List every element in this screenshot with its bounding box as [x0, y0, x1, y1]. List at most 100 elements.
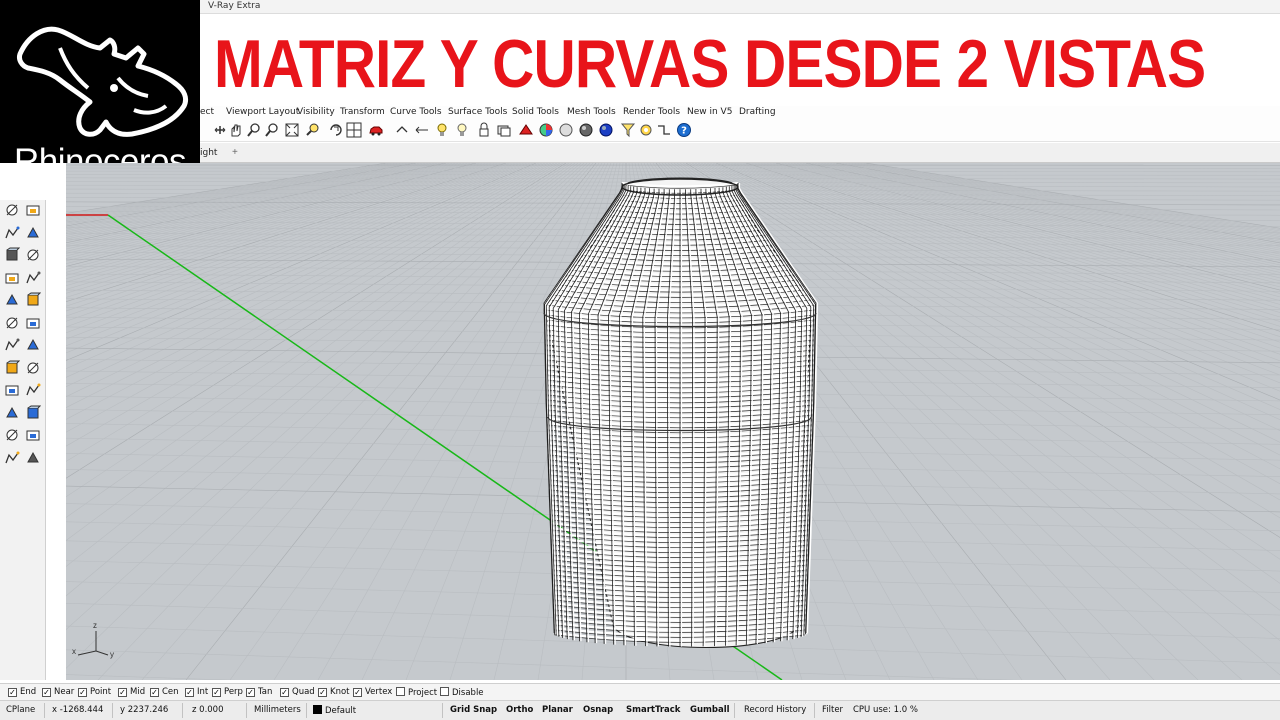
osnap-checkbox[interactable]: ✓: [353, 688, 362, 697]
shaded-sphere-icon[interactable]: [558, 122, 574, 138]
status-units[interactable]: Millimeters: [254, 705, 301, 715]
help-icon[interactable]: ?: [676, 122, 692, 138]
gumball-toggle[interactable]: Gumball: [690, 705, 730, 715]
toolbar-tab-surface-tools[interactable]: Surface Tools: [448, 107, 507, 117]
lock-icon[interactable]: [476, 122, 492, 138]
osnap-end[interactable]: ✓ End: [8, 687, 36, 697]
mesh-icon[interactable]: [25, 405, 41, 421]
smarttrack-toggle[interactable]: SmartTrack: [626, 705, 680, 715]
named-views-icon[interactable]: [414, 122, 430, 138]
zoom-window-icon[interactable]: [246, 122, 262, 138]
grid-icon[interactable]: [4, 427, 20, 443]
toolbar-tab-solid-tools[interactable]: Solid Tools: [512, 107, 559, 117]
osnap-checkbox[interactable]: ✓: [42, 688, 51, 697]
osnap-checkbox[interactable]: ✓: [8, 688, 17, 697]
fillet-icon[interactable]: [4, 360, 20, 376]
osnap-vertex[interactable]: ✓ Vertex: [353, 687, 392, 697]
lights-bulb-icon[interactable]: [454, 122, 470, 138]
perspective-viewport[interactable]: z y x: [66, 163, 1280, 680]
osnap-project[interactable]: Project: [396, 687, 437, 698]
lights-icon[interactable]: [434, 122, 450, 138]
toolbar-tab-mesh-tools[interactable]: Mesh Tools: [567, 107, 616, 117]
analyze-icon[interactable]: [25, 427, 41, 443]
arc-icon[interactable]: [25, 225, 41, 241]
gear-icon[interactable]: [4, 315, 20, 331]
toolbar-tab-visibility[interactable]: Visibility: [297, 107, 335, 117]
layer-icon[interactable]: [496, 122, 512, 138]
osnap-point[interactable]: ✓ Point: [78, 687, 111, 697]
planar-toggle[interactable]: Planar: [542, 705, 573, 715]
grid-snap-toggle[interactable]: Grid Snap: [450, 705, 497, 715]
zoom-extents-icon[interactable]: [284, 122, 300, 138]
filter-toggle[interactable]: Filter: [822, 705, 843, 715]
toolbar-tab-drafting[interactable]: Drafting: [739, 107, 776, 117]
osnap-toggle[interactable]: Osnap: [583, 705, 613, 715]
status-cplane[interactable]: CPlane: [6, 705, 35, 715]
osnap-near[interactable]: ✓ Near: [42, 687, 74, 697]
osnap-checkbox[interactable]: ✓: [185, 688, 194, 697]
rendered-sphere-icon[interactable]: [578, 122, 594, 138]
toolbar-tab-new-in-v5[interactable]: New in V5: [687, 107, 732, 117]
osnap-knot[interactable]: ✓ Knot: [318, 687, 350, 697]
rotate-view-icon[interactable]: [328, 122, 344, 138]
revolve-icon[interactable]: [25, 247, 41, 263]
render-icon[interactable]: [518, 122, 534, 138]
osnap-checkbox[interactable]: [440, 687, 449, 696]
osnap-checkbox[interactable]: ✓: [150, 688, 159, 697]
boolean-icon[interactable]: [25, 337, 41, 353]
polyline-icon[interactable]: [25, 202, 41, 218]
lightning-icon[interactable]: [25, 315, 41, 331]
vray-extra-menu[interactable]: V-Ray Extra: [208, 1, 260, 11]
ortho-toggle[interactable]: Ortho: [506, 705, 533, 715]
check-icon[interactable]: [4, 450, 20, 466]
osnap-quad[interactable]: ✓ Quad: [280, 687, 315, 697]
sweep-icon[interactable]: [25, 292, 41, 308]
osnap-tan[interactable]: ✓ Tan: [246, 687, 272, 697]
circle-icon[interactable]: [4, 202, 20, 218]
zoom-selected-icon[interactable]: [304, 122, 320, 138]
pan-icon[interactable]: [212, 122, 228, 138]
status-layer[interactable]: Default: [313, 705, 356, 716]
toolbar-tab-transform[interactable]: Transform: [340, 107, 385, 117]
car-render-icon[interactable]: [368, 122, 384, 138]
options-gear-icon[interactable]: [638, 122, 654, 138]
blue-sphere-icon[interactable]: [598, 122, 614, 138]
toolbar-tab-curve-tools[interactable]: Curve Tools: [390, 107, 442, 117]
box-icon[interactable]: [4, 270, 20, 286]
osnap-disable[interactable]: Disable: [440, 687, 484, 698]
viewport-tab-right[interactable]: ight: [200, 148, 217, 158]
sphere-icon[interactable]: [25, 270, 41, 286]
extrude-icon[interactable]: [4, 292, 20, 308]
record-history-toggle[interactable]: Record History: [744, 705, 806, 715]
toolbar-tab-ect[interactable]: ect: [200, 107, 214, 117]
color-wheel-icon[interactable]: [538, 122, 554, 138]
osnap-checkbox[interactable]: ✓: [246, 688, 255, 697]
osnap-cen[interactable]: ✓ Cen: [150, 687, 179, 697]
pan-hand-icon[interactable]: [228, 122, 244, 138]
osnap-perp[interactable]: ✓ Perp: [212, 687, 243, 697]
add-viewport-tab-icon[interactable]: +: [232, 147, 238, 158]
group-icon[interactable]: [4, 405, 20, 421]
toolbar-tab-render-tools[interactable]: Render Tools: [623, 107, 680, 117]
four-viewports-icon[interactable]: [346, 122, 362, 138]
zoom-dynamic-icon[interactable]: [264, 122, 280, 138]
osnap-checkbox[interactable]: ✓: [280, 688, 289, 697]
osnap-mid[interactable]: ✓ Mid: [118, 687, 145, 697]
osnap-checkbox[interactable]: ✓: [212, 688, 221, 697]
blend-icon[interactable]: [25, 360, 41, 376]
array-icon[interactable]: [25, 382, 41, 398]
osnap-checkbox[interactable]: ✓: [78, 688, 87, 697]
osnap-int[interactable]: ✓ Int: [185, 687, 208, 697]
lattice-bottle-model[interactable]: [543, 177, 819, 648]
select-filter-icon[interactable]: [620, 122, 636, 138]
undo-view-icon[interactable]: [394, 122, 410, 138]
snap-icon[interactable]: [656, 122, 672, 138]
osnap-checkbox[interactable]: ✓: [318, 688, 327, 697]
text-icon[interactable]: [4, 382, 20, 398]
dimension-icon[interactable]: [4, 337, 20, 353]
osnap-checkbox[interactable]: ✓: [118, 688, 127, 697]
paint-icon[interactable]: [25, 450, 41, 466]
rectangle-icon[interactable]: [4, 225, 20, 241]
osnap-checkbox[interactable]: [396, 687, 405, 696]
toolbar-tab-viewport-layout[interactable]: Viewport Layout: [226, 107, 299, 117]
